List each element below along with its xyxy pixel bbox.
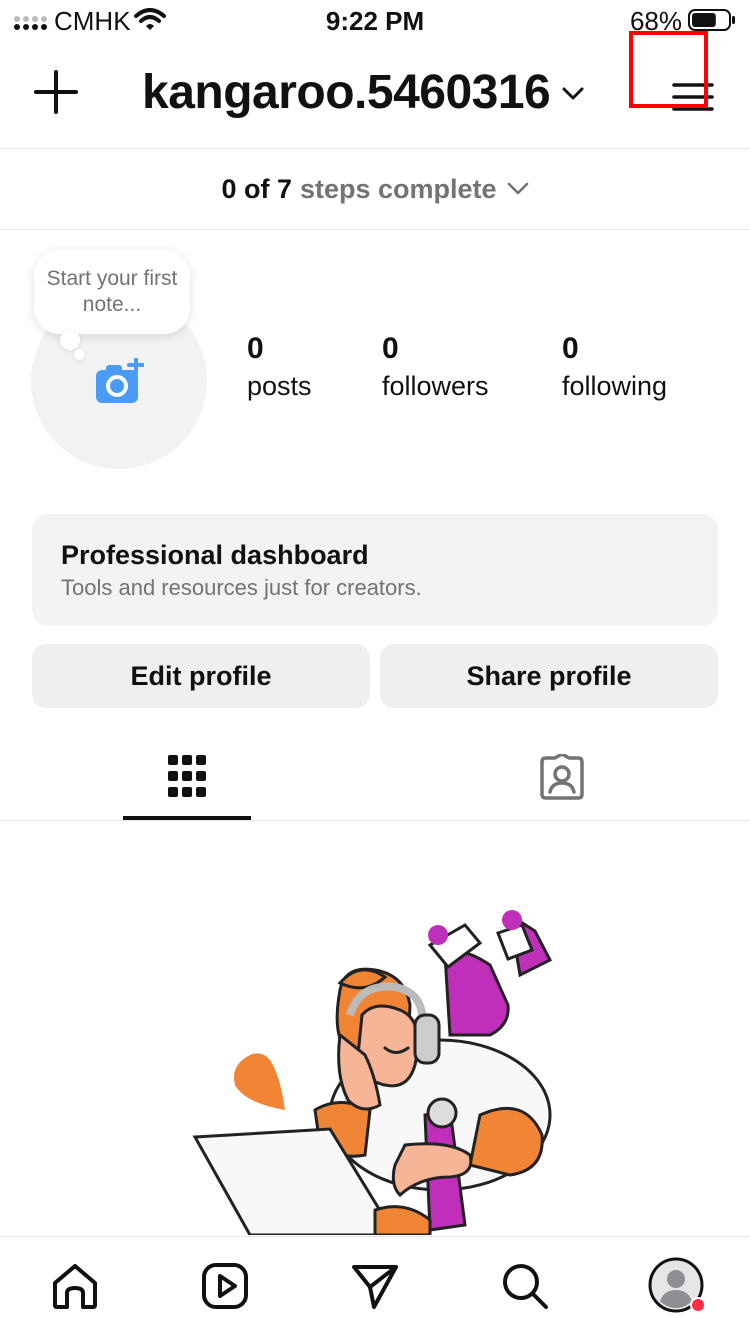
chevron-down-icon: [507, 182, 528, 195]
share-profile-button[interactable]: Share profile: [380, 644, 718, 708]
username: kangaroo.5460316: [142, 65, 551, 119]
notification-dot: [690, 1297, 706, 1313]
following-label: following: [562, 371, 668, 401]
posts-label: posts: [247, 371, 312, 401]
plus-icon[interactable]: [34, 70, 78, 114]
reels-icon[interactable]: [200, 1261, 250, 1311]
following-count: 0: [562, 332, 579, 365]
steps-progress[interactable]: 0 of 7 steps complete: [0, 149, 750, 230]
add-photo-icon[interactable]: [94, 358, 144, 406]
edit-profile-button[interactable]: Edit profile: [32, 644, 370, 708]
steps-label: steps complete: [299, 173, 497, 204]
grid-icon[interactable]: [167, 754, 207, 798]
followers-count: 0: [382, 332, 399, 365]
professional-dashboard-card[interactable]: Professional dashboard Tools and resourc…: [32, 514, 718, 626]
followers-label: followers: [382, 371, 489, 401]
bottom-nav: [0, 1236, 750, 1335]
tagged-icon[interactable]: [538, 754, 586, 800]
stat-following[interactable]: 0 following: [562, 332, 667, 406]
note-bubble[interactable]: Start your first note...: [34, 250, 190, 334]
stat-followers[interactable]: 0 followers: [382, 332, 489, 406]
note-bubble-tail: [60, 330, 80, 350]
dashboard-subtitle: Tools and resources just for creators.: [61, 575, 422, 600]
empty-state-illustration: [192, 910, 553, 1235]
active-tab-indicator: [123, 816, 251, 820]
battery-icon: [688, 9, 735, 31]
account-switcher[interactable]: kangaroo.5460316: [142, 64, 584, 120]
home-icon[interactable]: [50, 1261, 100, 1311]
note-bubble-tail-small: [74, 349, 85, 360]
dashboard-title: Professional dashboard: [61, 540, 369, 570]
stat-posts: 0 posts: [247, 332, 312, 406]
menu-highlight-box: [629, 31, 708, 108]
note-placeholder: Start your first note...: [46, 267, 178, 316]
chevron-down-icon: [562, 87, 584, 100]
search-icon[interactable]: [500, 1261, 550, 1311]
steps-count: 0 of 7: [221, 173, 292, 204]
messages-icon[interactable]: [350, 1261, 400, 1311]
posts-count: 0: [247, 332, 264, 365]
content-tabs: [0, 740, 750, 821]
